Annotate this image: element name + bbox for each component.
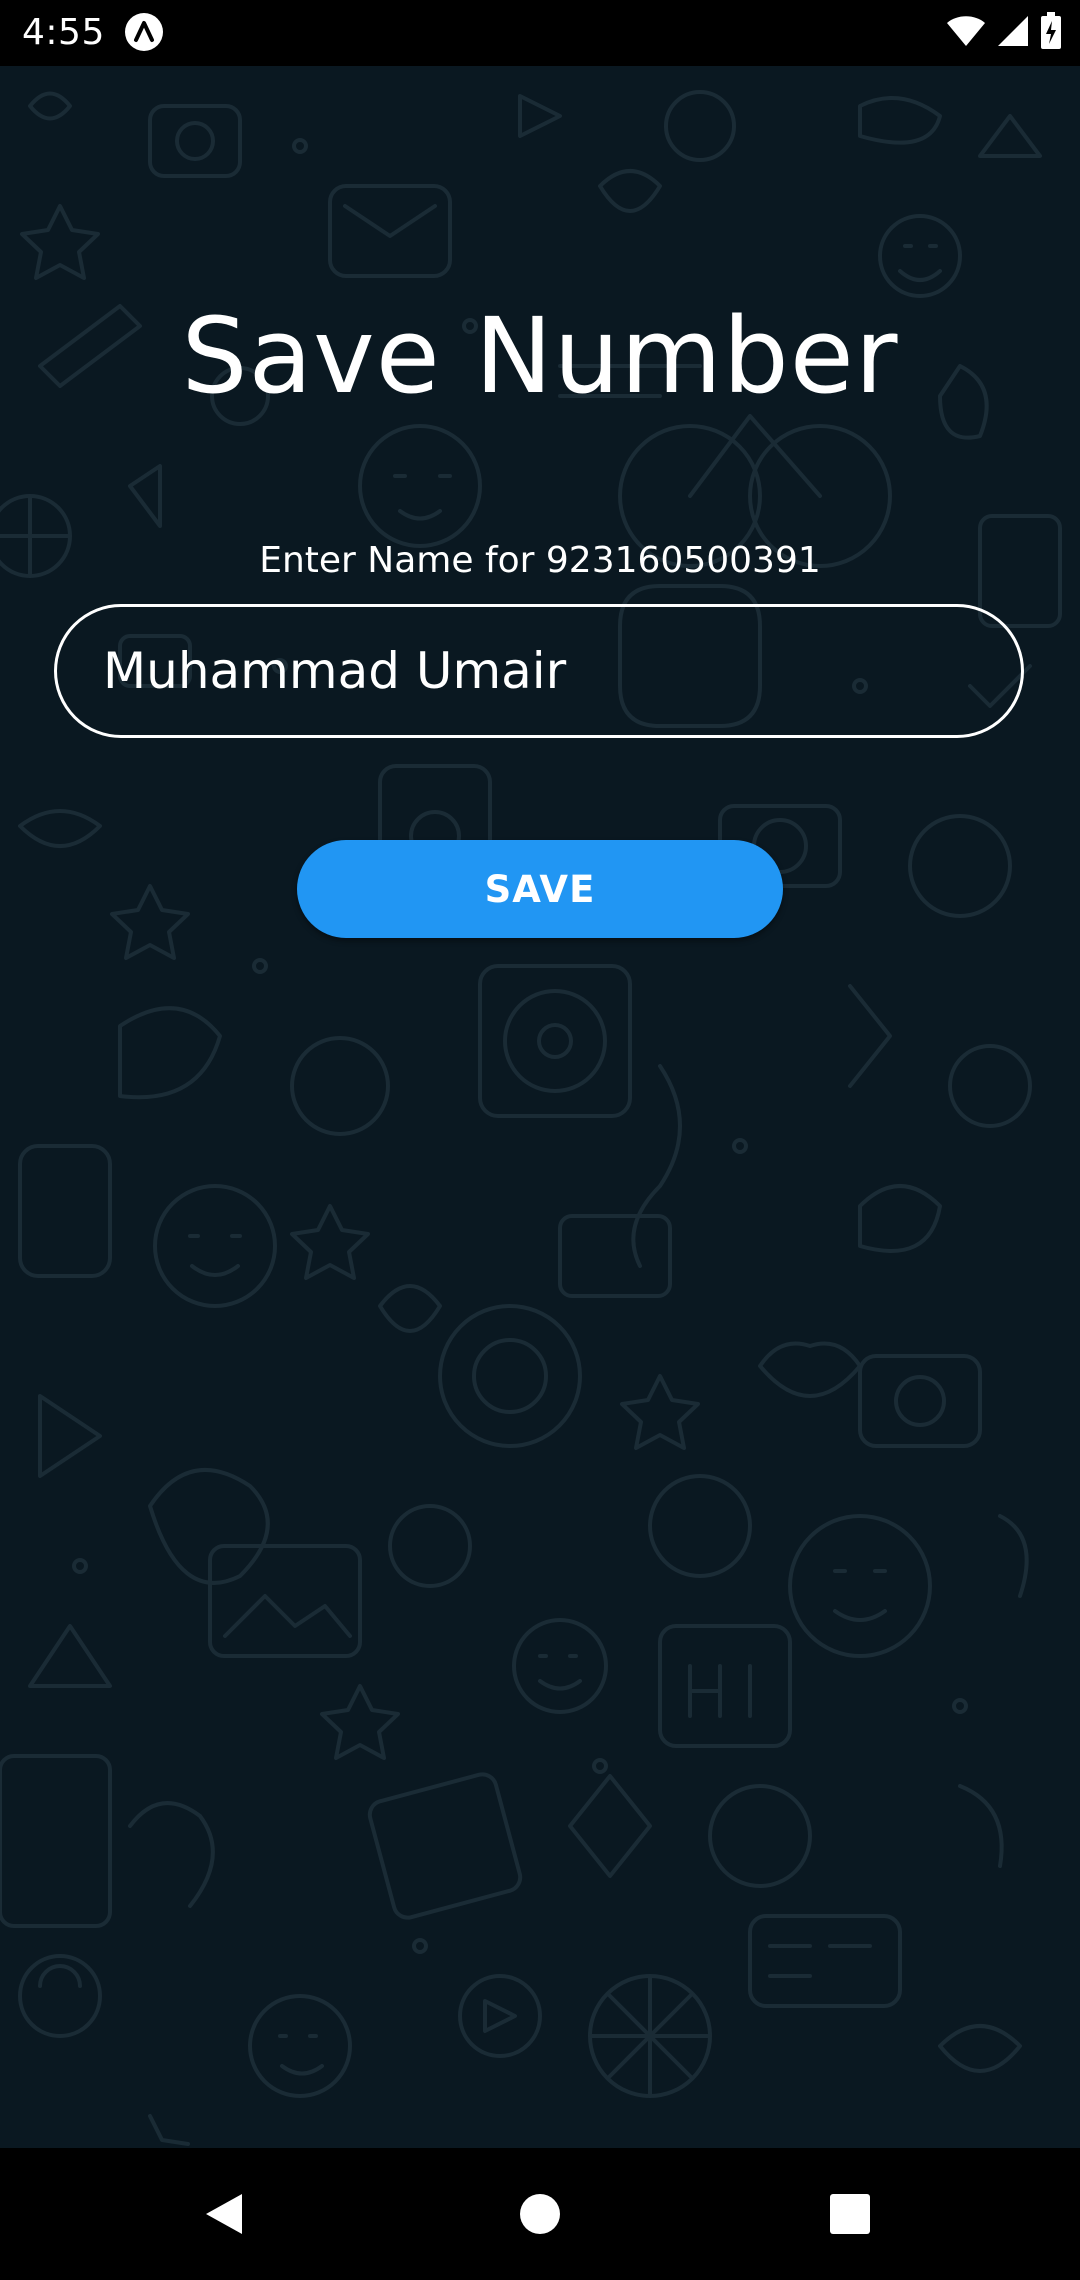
battery-charging-icon (1040, 12, 1062, 54)
status-icons (946, 12, 1062, 54)
navigation-bar (0, 2148, 1080, 2280)
signal-icon (996, 14, 1030, 52)
wifi-icon (946, 15, 986, 51)
name-field-label: Enter Name for 923160500391 (259, 540, 821, 581)
back-icon[interactable] (194, 2184, 254, 2244)
name-field[interactable] (54, 604, 1024, 738)
app-notification-icon (124, 12, 164, 52)
status-time: 4:55 (22, 12, 105, 53)
name-input[interactable] (103, 607, 983, 735)
save-button[interactable]: SAVE (297, 840, 783, 938)
app-screen: 4:55 Save Number Enter Name for 92316050… (0, 0, 1080, 2280)
main-content: Save Number Enter Name for 923160500391 … (0, 66, 1080, 2148)
recents-icon[interactable] (820, 2184, 880, 2244)
status-bar: 4:55 (0, 0, 1080, 66)
page-title: Save Number (181, 294, 899, 417)
home-icon[interactable] (510, 2184, 570, 2244)
